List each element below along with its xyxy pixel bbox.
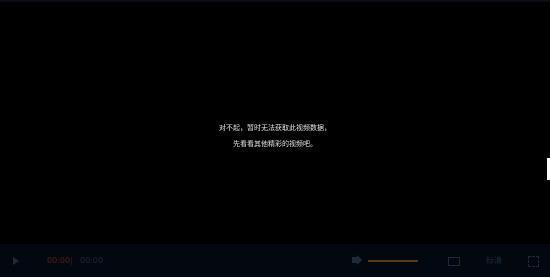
volume-slider-fill (368, 260, 418, 262)
video-player[interactable]: 对不起，暂时无法获取此视频数据， 先看看其他精彩的视频吧。 00:00 | 00… (0, 0, 550, 277)
caption-icon[interactable] (448, 257, 460, 266)
volume-slider[interactable] (368, 260, 418, 262)
current-time: 00:00 (47, 256, 71, 265)
player-top-border (0, 0, 550, 2)
error-message-line-1: 对不起，暂时无法获取此视频数据， (219, 124, 331, 132)
control-bar: 00:00 | 00:00 标清 (0, 244, 550, 277)
volume-icon[interactable] (352, 257, 357, 263)
time-separator: | (70, 256, 73, 265)
error-message: 对不起，暂时无法获取此视频数据， 先看看其他精彩的视频吧。 (0, 120, 550, 152)
error-message-line-2: 先看看其他精彩的视频吧。 (233, 140, 317, 148)
play-icon[interactable] (13, 257, 19, 265)
quality-selector[interactable]: 标清 (486, 255, 502, 267)
total-time: 00:00 (80, 256, 104, 265)
fullscreen-icon[interactable] (528, 256, 539, 267)
